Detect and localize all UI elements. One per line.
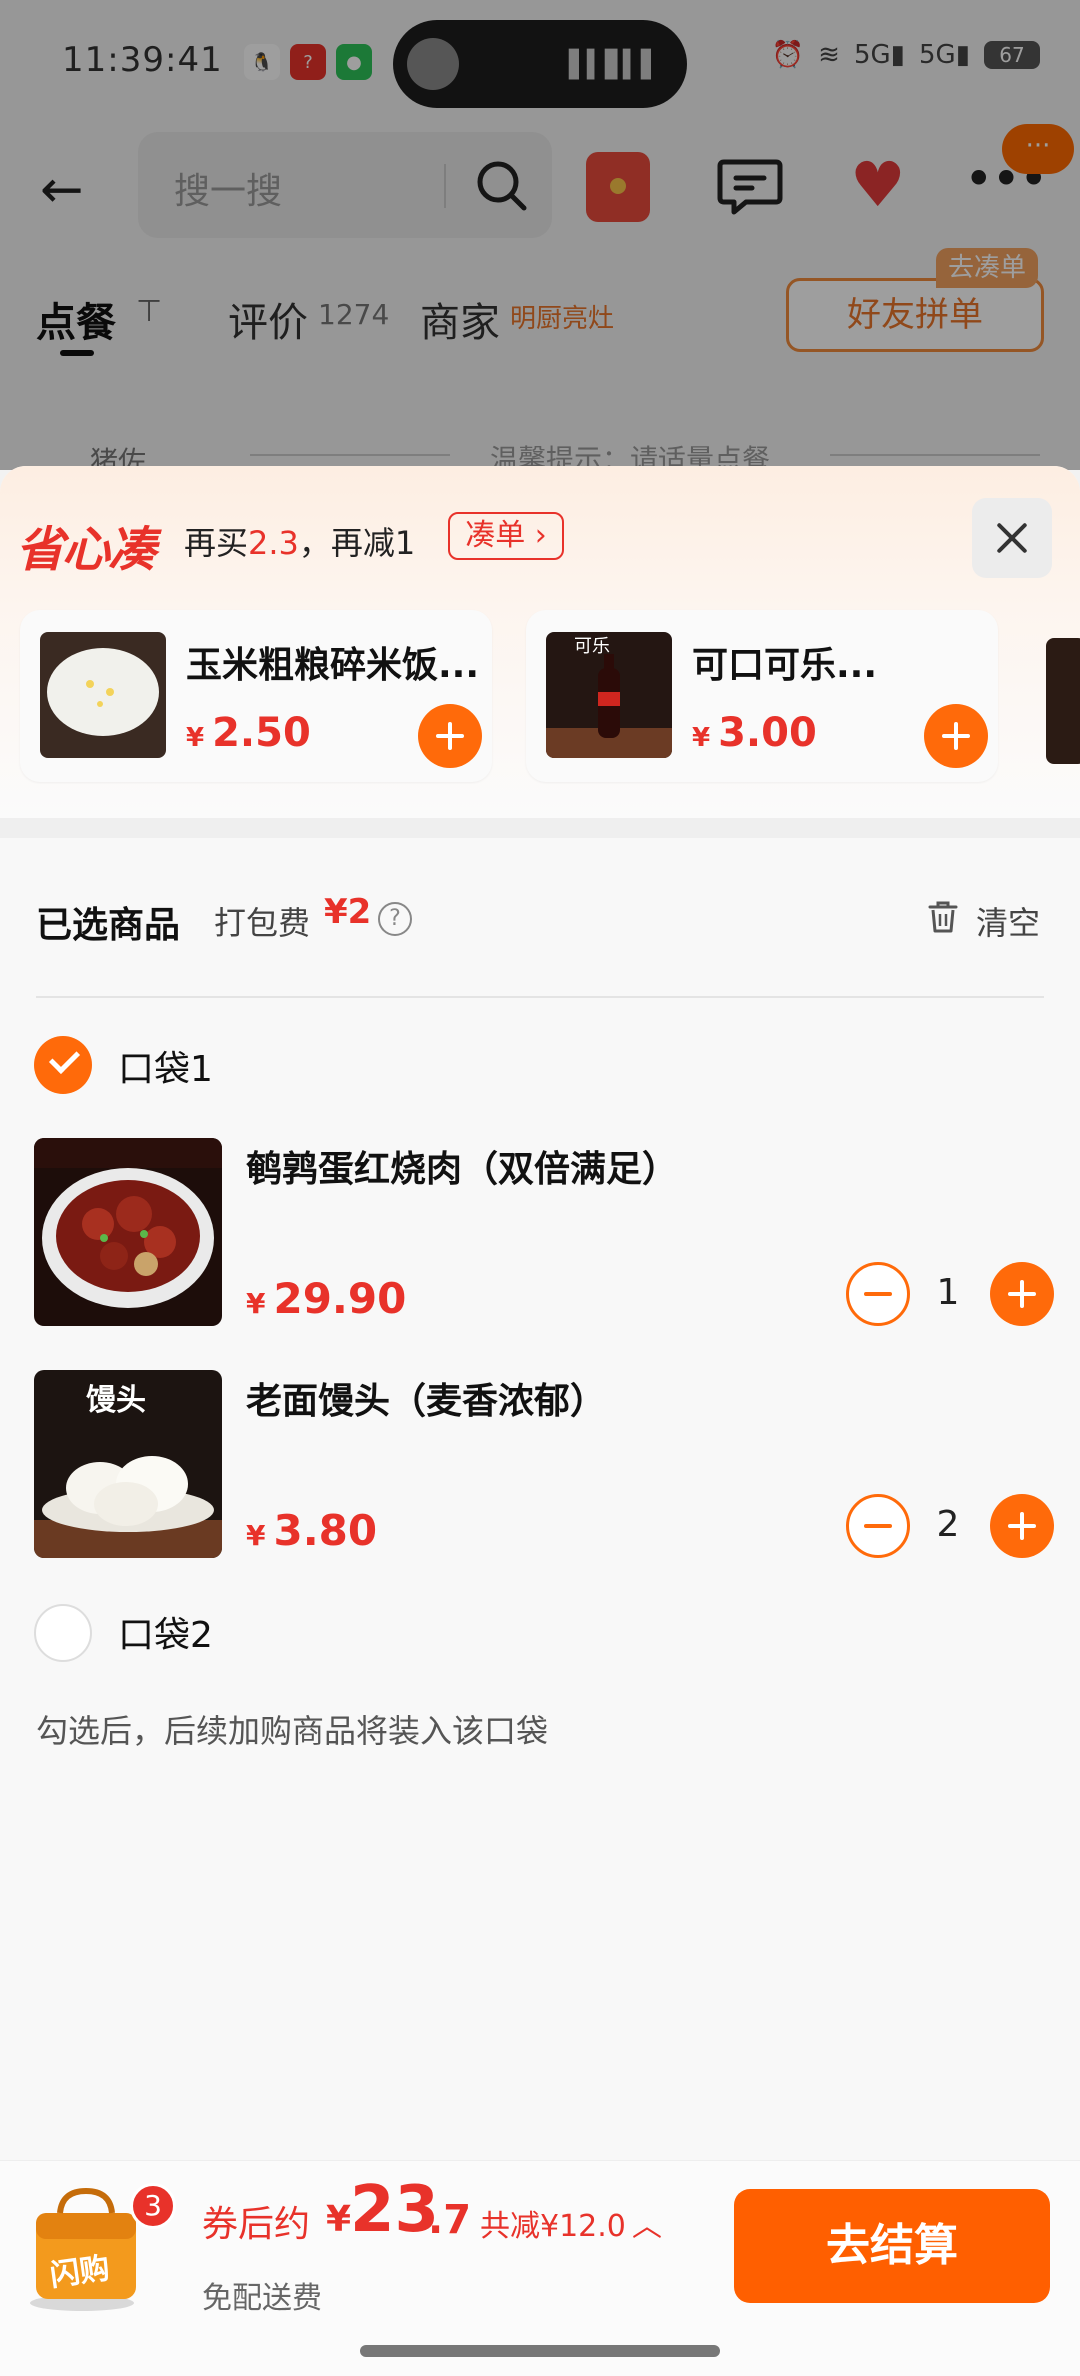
help-icon[interactable]: ? [378,902,412,936]
total-integer: 23 [350,2173,440,2247]
promo-section: 省心凑 再买2.3，再减1 凑单 › 玉米粗粮碎米饭... ¥2.50 可乐 可… [0,466,1080,818]
recommend-price: ¥3.00 [692,710,817,756]
add-button[interactable] [924,704,988,768]
recommend-name: 玉米粗粮碎米饭... [186,645,480,686]
after-coupon-label: 券后约 [202,2204,311,2245]
svg-text:可乐: 可乐 [574,636,610,657]
item-quantity: 1 [936,1272,960,1313]
dim-overlay[interactable] [0,0,1080,470]
bag-label: 口袋1 [118,1049,213,1090]
checkout-button[interactable]: 去结算 [734,2189,1050,2303]
recommend-card-peek[interactable] [1046,638,1080,764]
chevron-up-icon[interactable]: ︿ [632,2201,662,2245]
add-button[interactable] [418,704,482,768]
item-name: 鹌鹑蛋红烧肉（双倍满足） [246,1149,679,1190]
item-price: ¥3.80 [246,1506,378,1555]
close-icon[interactable] [972,498,1052,578]
bag-checkbox-checked[interactable] [34,1036,92,1094]
bag-hint: 勾选后，后续加购商品将装入该口袋 [36,1712,549,1750]
item-price: ¥29.90 [246,1274,407,1323]
decrease-qty-button[interactable] [846,1262,910,1326]
increase-qty-button[interactable] [990,1494,1054,1558]
recommend-card[interactable]: 可乐 可口可乐... ¥3.00 [526,610,998,782]
pack-fee-value: ¥2 [324,892,372,932]
free-delivery-label: 免配送费 [202,2281,322,2316]
pack-fee-label: 打包费 [214,904,311,942]
svg-text:馒头: 馒头 [86,1383,146,1418]
total-decimal: .7 [428,2197,472,2243]
item-name: 老面馒头（麦香浓郁） [246,1381,607,1422]
total-currency: ¥ [326,2199,352,2240]
section-separator [0,818,1080,838]
combine-order-button[interactable]: 凑单 › [448,512,564,560]
checkout-bar: 闪购 3 券后约 ¥ 23 .7 共减¥12.0 ︿ 免配送费 去结算 [0,2160,1080,2376]
recommend-price: ¥2.50 [186,710,311,756]
bag-checkbox-unchecked[interactable] [34,1604,92,1662]
selected-items-title: 已选商品 [36,905,181,946]
recommend-name: 可口可乐... [692,645,878,686]
decrease-qty-button[interactable] [846,1494,910,1558]
bag-label: 口袋2 [118,1615,213,1656]
promo-text: 再买2.3，再减1 [184,524,416,562]
rice-image [40,632,166,758]
item-quantity: 2 [936,1504,960,1545]
cola-image: 可乐 [546,632,672,758]
trash-icon[interactable] [928,900,958,934]
increase-qty-button[interactable] [990,1262,1054,1326]
home-indicator[interactable] [360,2345,720,2357]
braised-pork-image [34,1138,222,1326]
promo-logo: 省心凑 [16,522,156,578]
cart-sheet: 省心凑 再买2.3，再减1 凑单 › 玉米粗粮碎米饭... ¥2.50 可乐 可… [0,466,1080,2376]
divider [36,996,1044,998]
recommend-card[interactable]: 玉米粗粮碎米饭... ¥2.50 [20,610,492,782]
clear-cart-button[interactable]: 清空 [976,898,1040,944]
steamed-bun-image: 馒头 [34,1370,222,1558]
cart-count-badge: 3 [130,2183,176,2229]
total-saved[interactable]: 共减¥12.0 [480,2201,626,2245]
